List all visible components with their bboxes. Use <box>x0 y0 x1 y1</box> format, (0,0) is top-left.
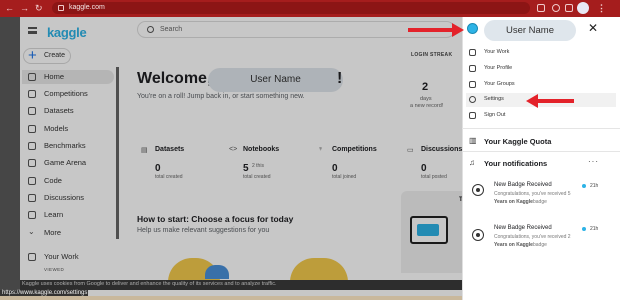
menu-item-label: Sign Out <box>484 112 506 118</box>
bell-icon: ♫ <box>469 158 475 167</box>
panel-divider <box>462 128 620 129</box>
panel-user-name-text: User Name <box>505 25 555 36</box>
quota-icon: ▥ <box>469 136 477 145</box>
close-icon[interactable]: ✕ <box>588 21 598 35</box>
menu-item-your-profile[interactable]: Your Profile <box>466 62 616 76</box>
address-bar[interactable]: kaggle.com <box>52 2 530 14</box>
badge-icon <box>472 229 484 241</box>
extensions-icon[interactable] <box>565 4 573 12</box>
more-options-icon[interactable]: ··· <box>588 157 599 166</box>
notifications-heading: Your notifications <box>484 159 548 168</box>
menu-item-your-groups[interactable]: Your Groups <box>466 78 616 92</box>
arrow-shaft <box>536 99 574 103</box>
menu-item-sign-out[interactable]: Sign Out <box>466 109 616 123</box>
arrow-head <box>452 23 464 37</box>
cast-icon[interactable] <box>537 4 545 12</box>
menu-item-your-work[interactable]: Your Work <box>466 46 616 60</box>
groups-icon <box>469 81 476 88</box>
notification-time: 21h <box>590 183 599 189</box>
back-icon[interactable]: ← <box>5 3 14 13</box>
menu-item-label: Settings <box>484 96 504 102</box>
notification-title[interactable]: New Badge Received <box>494 225 552 231</box>
browser-toolbar: ← → ↻ kaggle.com ⋮ <box>0 0 620 17</box>
unread-dot <box>582 227 586 231</box>
address-text: kaggle.com <box>69 4 105 11</box>
reload-icon[interactable]: ↻ <box>35 3 43 13</box>
profile-icon <box>469 65 476 72</box>
notification-body: Congratulations, you've received 2 <box>494 234 571 240</box>
edit-icon <box>469 49 476 56</box>
unread-dot <box>582 184 586 188</box>
modal-backdrop[interactable] <box>0 17 462 300</box>
notification-badge-suffix: badge <box>533 199 547 205</box>
browser-profile-avatar[interactable] <box>577 2 589 14</box>
panel-user-name: User Name <box>484 20 576 41</box>
forward-icon[interactable]: → <box>20 3 29 13</box>
badge-icon <box>472 184 484 196</box>
browser-menu-icon[interactable]: ⋮ <box>597 3 606 13</box>
site-info-icon[interactable] <box>58 5 64 11</box>
menu-item-label: Your Profile <box>484 65 513 71</box>
panel-divider <box>462 151 620 152</box>
notification-body: Congratulations, you've received 5 <box>494 191 571 197</box>
notification-time: 21h <box>590 226 599 232</box>
user-avatar[interactable] <box>467 23 478 34</box>
notification-badge-name: Years on Kaggle <box>494 242 533 248</box>
notification-badge-name: Years on Kaggle <box>494 199 533 205</box>
quota-link[interactable]: Your Kaggle Quota <box>484 137 551 146</box>
bookmark-star-icon[interactable] <box>552 4 560 12</box>
arrow-shaft <box>408 28 454 32</box>
menu-item-label: Your Groups <box>484 81 515 87</box>
menu-item-label: Your Work <box>484 49 510 55</box>
gear-icon <box>469 96 476 103</box>
notification-badge-suffix: badge <box>533 242 547 248</box>
sign-out-icon <box>469 112 476 119</box>
notification-title[interactable]: New Badge Received <box>494 182 552 188</box>
